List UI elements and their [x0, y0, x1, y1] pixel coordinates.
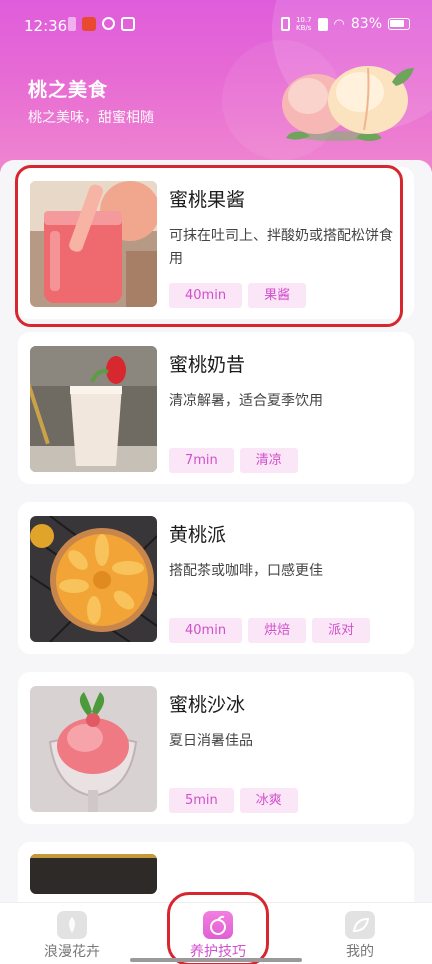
tag-occasion: 派对 — [312, 618, 371, 643]
recipe-list[interactable]: 蜜桃果酱 可抹在吐司上、拌酸奶或搭配松饼食用 40min 果酱 蜜桃奶昔 清凉解… — [0, 160, 432, 902]
peach-icon — [203, 911, 233, 939]
flower-icon — [57, 911, 87, 939]
status-notification-icons — [68, 17, 135, 31]
vibrate-icon — [280, 17, 290, 31]
tag-category: 烘焙 — [248, 618, 307, 643]
tag-category: 冰爽 — [239, 788, 298, 813]
recipe-card[interactable] — [18, 842, 414, 902]
nav-item-romantic-flowers[interactable]: 浪漫花卉 — [17, 903, 127, 964]
recipe-image-yellow-peach-pie — [30, 516, 157, 642]
recipe-description: 清凉解暑，适合夏季饮用 — [169, 393, 323, 409]
recipe-title: 黄桃派 — [169, 524, 227, 546]
app-notification-icon — [82, 17, 96, 31]
tag-category: 清凉 — [239, 448, 298, 473]
nav-item-care-tips[interactable]: 养护技巧 — [163, 903, 273, 964]
recipe-image-peach-milkshake — [30, 346, 157, 472]
recipe-card[interactable]: 蜜桃果酱 可抹在吐司上、拌酸奶或搭配松饼食用 40min 果酱 — [18, 167, 414, 319]
nav-item-profile[interactable]: 我的 — [305, 903, 415, 964]
tag-duration: 40min — [169, 283, 243, 308]
tag-duration: 40min — [169, 618, 243, 643]
recipe-card[interactable]: 蜜桃奶昔 清凉解暑，适合夏季饮用 7min 清凉 — [18, 332, 414, 484]
recipe-tags: 5min 冰爽 — [169, 788, 298, 813]
speed-unit: KB/s — [296, 24, 312, 32]
tag-duration: 7min — [169, 448, 234, 473]
gesture-bar[interactable] — [130, 958, 302, 962]
recipe-image — [30, 854, 157, 894]
link-icon — [102, 17, 115, 30]
page-subtitle: 桃之美味，甜蜜相随 — [28, 110, 154, 126]
sim-icon — [317, 17, 328, 31]
status-time: 12:36 — [24, 17, 68, 35]
recipe-description: 夏日消暑佳品 — [169, 733, 253, 749]
page-title: 桃之美食 — [28, 79, 109, 101]
nav-label: 浪漫花卉 — [44, 944, 100, 960]
recipe-image-peach-smoothie — [30, 686, 157, 812]
recipe-tags: 40min 烘焙 派对 — [169, 618, 371, 643]
peach-illustration — [282, 66, 414, 141]
recipe-tags: 40min 果酱 — [169, 283, 307, 308]
recipe-title: 蜜桃果酱 — [169, 189, 246, 211]
speed-value: 10.7 — [295, 16, 312, 24]
download-icon — [68, 17, 76, 31]
recipe-description: 搭配茶或咖啡，口感更佳 — [169, 563, 323, 579]
status-right-group: 10.7 KB/s ◠ 83% — [280, 16, 410, 32]
recipe-image-peach-jam — [30, 181, 157, 307]
app-header: 12:36 10.7 KB/s ◠ 83% 桃之美食 桃之美味，甜蜜相随 — [0, 0, 432, 172]
network-speed: 10.7 KB/s — [296, 16, 312, 32]
tag-duration: 5min — [169, 788, 234, 813]
recipe-card[interactable]: 黄桃派 搭配茶或咖啡，口感更佳 40min 烘焙 派对 — [18, 502, 414, 654]
leaf-icon — [345, 911, 375, 939]
status-bar: 12:36 10.7 KB/s ◠ 83% — [0, 0, 432, 52]
wifi-icon: ◠ — [333, 16, 345, 32]
message-icon — [121, 17, 135, 31]
recipe-tags: 7min 清凉 — [169, 448, 298, 473]
recipe-description: 可抹在吐司上、拌酸奶或搭配松饼食用 — [169, 228, 393, 267]
nav-label: 我的 — [346, 944, 374, 960]
battery-percent: 83% — [350, 16, 382, 32]
recipe-title: 蜜桃沙冰 — [169, 694, 246, 716]
recipe-title: 蜜桃奶昔 — [169, 354, 246, 376]
battery-icon — [388, 18, 410, 30]
recipe-card[interactable]: 蜜桃沙冰 夏日消暑佳品 5min 冰爽 — [18, 672, 414, 824]
tag-category: 果酱 — [248, 283, 307, 308]
bottom-navigation: 浪漫花卉 养护技巧 我的 — [0, 902, 432, 964]
